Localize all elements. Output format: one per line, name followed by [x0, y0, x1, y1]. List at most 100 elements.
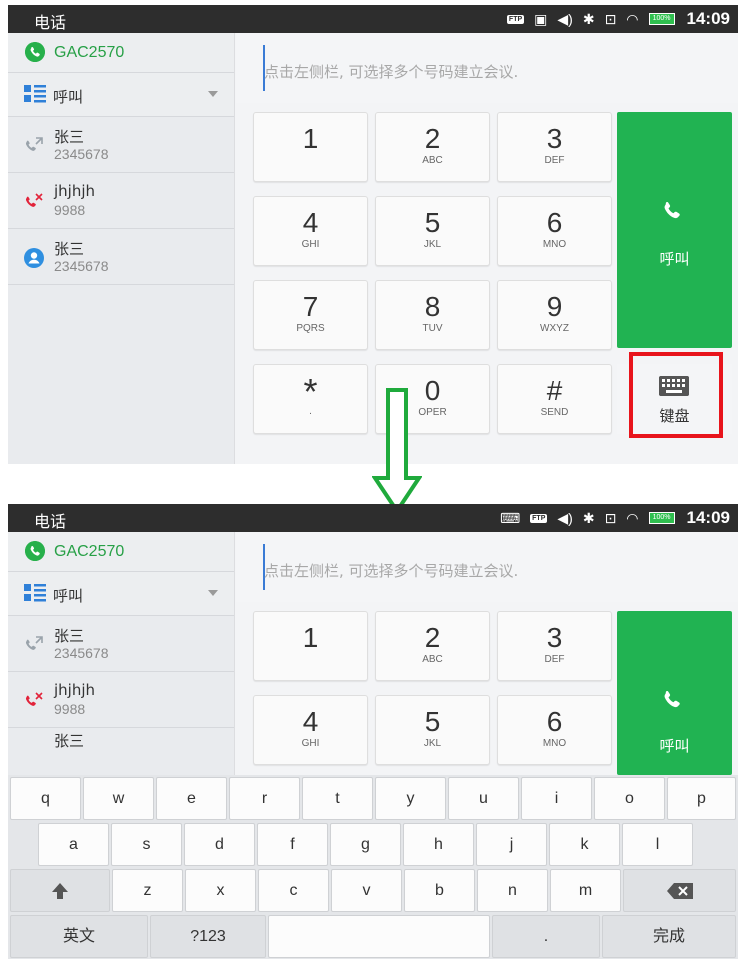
outgoing-call-icon	[25, 137, 43, 151]
history-number: 2345678	[54, 258, 109, 274]
key-p[interactable]: p	[667, 777, 736, 820]
key-o[interactable]: o	[594, 777, 665, 820]
language-key[interactable]: 英文	[10, 915, 148, 958]
account-name: GAC2570	[54, 543, 125, 560]
key-letters: .	[309, 406, 312, 417]
key-s[interactable]: s	[111, 823, 182, 866]
key-x[interactable]: x	[185, 869, 256, 912]
wifi-icon: ◠	[626, 11, 639, 27]
keyboard-row-4: 英文 ?123 . 完成	[8, 915, 738, 959]
key-digit: 2	[424, 123, 441, 154]
dial-key-2[interactable]: 2 ABC	[375, 611, 490, 681]
space-key[interactable]	[268, 915, 490, 958]
call-mode-label: 呼叫	[53, 88, 84, 106]
account-selector[interactable]: GAC2570	[8, 33, 234, 73]
history-name: jhjhjh	[54, 182, 96, 200]
ftp-icon: FTP	[530, 513, 548, 523]
key-digit: 2	[424, 622, 441, 653]
key-z[interactable]: z	[112, 869, 183, 912]
key-e[interactable]: e	[156, 777, 227, 820]
key-digit: 5	[424, 706, 441, 737]
done-key[interactable]: 完成	[602, 915, 736, 958]
call-button[interactable]: 呼叫	[617, 611, 732, 775]
backspace-key[interactable]	[623, 869, 736, 912]
keyboard-row-1: q w e r t y u i o p	[8, 777, 738, 823]
history-name: 张三	[54, 240, 85, 258]
dial-key-4[interactable]: 4 GHI	[253, 196, 368, 266]
missed-call-icon	[25, 193, 43, 207]
dial-key-hash[interactable]: # SEND	[497, 364, 612, 434]
key-digit: 1	[302, 123, 319, 154]
key-h[interactable]: h	[403, 823, 474, 866]
key-digit: 1	[302, 622, 319, 653]
key-r[interactable]: r	[229, 777, 300, 820]
history-item[interactable]: 张三 2345678	[8, 229, 234, 285]
key-i[interactable]: i	[521, 777, 592, 820]
symbols-key[interactable]: ?123	[150, 915, 266, 958]
key-c[interactable]: c	[258, 869, 329, 912]
history-item[interactable]: 张三 2345678	[8, 616, 234, 672]
dial-key-9[interactable]: 9 WXYZ	[497, 280, 612, 350]
key-g[interactable]: g	[330, 823, 401, 866]
dial-input-placeholder: 点击左侧栏, 可选择多个号码建立会议.	[264, 562, 519, 580]
key-q[interactable]: q	[10, 777, 81, 820]
key-d[interactable]: d	[184, 823, 255, 866]
key-t[interactable]: t	[302, 777, 373, 820]
key-k[interactable]: k	[549, 823, 620, 866]
app-title: 电话	[34, 512, 67, 531]
key-f[interactable]: f	[257, 823, 328, 866]
key-digit: 7	[302, 291, 319, 322]
image-icon: ▣	[534, 11, 548, 27]
highlight-box	[629, 352, 723, 438]
phone-icon	[664, 691, 680, 708]
history-number: 2345678	[54, 645, 109, 661]
account-selector[interactable]: GAC2570	[8, 532, 234, 572]
dial-key-6[interactable]: 6 MNO	[497, 196, 612, 266]
dial-key-star[interactable]: *.	[253, 364, 368, 434]
call-mode-dropdown[interactable]: 呼叫	[8, 572, 234, 616]
key-n[interactable]: n	[477, 869, 548, 912]
dial-key-7[interactable]: 7 PQRS	[253, 280, 368, 350]
key-j[interactable]: j	[476, 823, 547, 866]
outgoing-call-icon	[25, 636, 43, 650]
history-name: 张三	[54, 627, 85, 645]
dial-key-5[interactable]: 5 JKL	[375, 695, 490, 765]
key-l[interactable]: l	[622, 823, 693, 866]
period-key[interactable]: .	[492, 915, 600, 958]
history-item[interactable]: jhjhjh 9988	[8, 173, 234, 229]
dial-key-4[interactable]: 4 GHI	[253, 695, 368, 765]
dial-input[interactable]: 点击左侧栏, 可选择多个号码建立会议.	[236, 33, 738, 103]
volume-icon: ◀)	[557, 11, 573, 27]
key-letters: JKL	[423, 239, 442, 250]
history-number: 9988	[54, 701, 86, 717]
dial-key-3[interactable]: 3 DEF	[497, 611, 612, 681]
key-digit: *	[303, 371, 318, 412]
history-item[interactable]: jhjhjh 9988	[8, 672, 234, 728]
key-u[interactable]: u	[448, 777, 519, 820]
dial-key-5[interactable]: 5 JKL	[375, 196, 490, 266]
key-w[interactable]: w	[83, 777, 154, 820]
key-a[interactable]: a	[38, 823, 109, 866]
history-item[interactable]: 张三 2345678	[8, 117, 234, 173]
call-mode-dropdown[interactable]: 呼叫	[8, 73, 234, 117]
app-title: 电话	[34, 13, 67, 32]
dial-input[interactable]: 点击左侧栏, 可选择多个号码建立会议.	[236, 532, 738, 602]
key-b[interactable]: b	[404, 869, 475, 912]
key-m[interactable]: m	[550, 869, 621, 912]
dial-key-1[interactable]: 1	[253, 611, 368, 681]
key-v[interactable]: v	[331, 869, 402, 912]
battery-icon: 100%	[648, 13, 675, 25]
sidebar: GAC2570 呼叫 张三 2345678	[8, 33, 235, 464]
dial-key-8[interactable]: 8 TUV	[375, 280, 490, 350]
dial-key-1[interactable]: 1	[253, 112, 368, 182]
dial-key-6[interactable]: 6 MNO	[497, 695, 612, 765]
dial-key-2[interactable]: 2 ABC	[375, 112, 490, 182]
dropdown-caret-icon	[208, 590, 218, 596]
dial-key-3[interactable]: 3 DEF	[497, 112, 612, 182]
contact-icon	[24, 248, 44, 268]
missed-call-icon	[25, 692, 43, 706]
shift-key[interactable]	[10, 869, 110, 912]
call-button[interactable]: 呼叫	[617, 112, 732, 348]
list-icon	[24, 85, 46, 103]
key-y[interactable]: y	[375, 777, 446, 820]
